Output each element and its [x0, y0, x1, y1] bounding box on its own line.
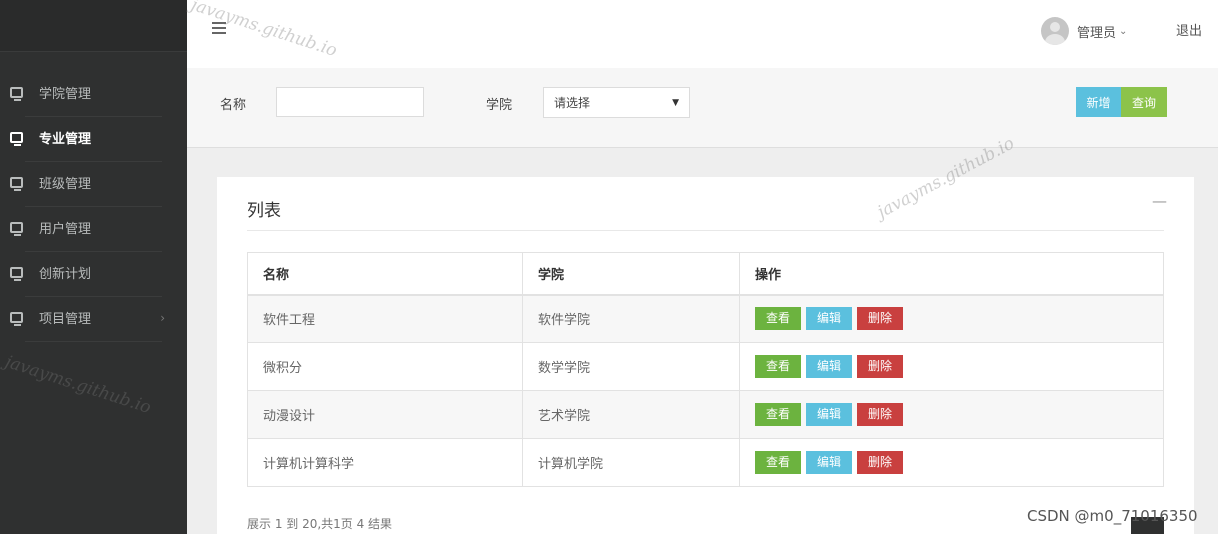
- sidebar-divider: [25, 341, 162, 342]
- cell-actions: 查看 编辑 删除: [739, 438, 1164, 487]
- monitor-icon: [10, 87, 23, 101]
- avatar: [1041, 17, 1069, 45]
- sidebar-item-label: 用户管理: [39, 222, 92, 237]
- table-row: 计算机计算科学 计算机学院 查看 编辑 删除: [247, 438, 1164, 487]
- delete-button[interactable]: 删除: [857, 307, 903, 331]
- chevron-down-icon: ▼: [672, 97, 679, 108]
- cell-actions: 查看 编辑 删除: [739, 390, 1164, 439]
- cell-name: 计算机计算科学: [247, 438, 523, 487]
- chevron-right-icon: ›: [160, 310, 165, 325]
- monitor-icon: [10, 267, 23, 281]
- sidebar-item-label: 专业管理: [39, 132, 92, 147]
- menu-toggle-icon[interactable]: [212, 22, 226, 34]
- sidebar-item-label: 学院管理: [39, 87, 92, 102]
- csdn-credit: CSDN @m0_71016350: [1027, 507, 1198, 525]
- search-panel: 名称 学院 请选择 ▼ 新增 查询: [187, 68, 1218, 148]
- monitor-icon: [10, 312, 23, 326]
- table-row: 微积分 数学学院 查看 编辑 删除: [247, 342, 1164, 391]
- view-button[interactable]: 查看: [755, 307, 801, 331]
- name-input[interactable]: [276, 87, 424, 117]
- view-button[interactable]: 查看: [755, 451, 801, 474]
- query-button[interactable]: 查询: [1121, 87, 1167, 117]
- table-row: 动漫设计 艺术学院 查看 编辑 删除: [247, 390, 1164, 439]
- sidebar-item-label: 项目管理: [39, 312, 92, 327]
- edit-button[interactable]: 编辑: [806, 355, 852, 378]
- top-bar: 管理员 ⌄ 退出: [187, 0, 1218, 68]
- column-header-college: 学院: [522, 252, 740, 296]
- monitor-icon: [10, 132, 23, 146]
- delete-button[interactable]: 删除: [857, 451, 903, 474]
- cell-name: 微积分: [247, 342, 523, 391]
- pagination-info: 展示 1 到 20,共1页 4 结果: [247, 517, 393, 531]
- edit-button[interactable]: 编辑: [806, 451, 852, 474]
- cell-actions: 查看 编辑 删除: [739, 342, 1164, 391]
- add-button[interactable]: 新增: [1076, 87, 1121, 117]
- sidebar-item-user[interactable]: 用户管理: [0, 205, 187, 250]
- monitor-icon: [10, 222, 23, 236]
- cell-name: 软件工程: [247, 294, 523, 343]
- column-header-name: 名称: [247, 252, 523, 296]
- sidebar-item-label: 创新计划: [39, 267, 92, 282]
- cell-college: 艺术学院: [522, 390, 740, 439]
- major-table: 名称 学院 操作 软件工程 软件学院 查看 编辑 删除 微积分 数学学院 查看 编辑删…: [247, 252, 1164, 487]
- card-title: 列表: [247, 201, 281, 221]
- cell-name: 动漫设计: [247, 390, 523, 439]
- user-name: 管理员: [1077, 25, 1117, 41]
- sidebar: 学院管理 专业管理 班级管理 用户管理 创新计划 项目管理 ›: [0, 0, 187, 534]
- divider: [247, 230, 1164, 231]
- delete-button[interactable]: 删除: [857, 355, 903, 378]
- sidebar-item-innovation[interactable]: 创新计划: [0, 250, 187, 295]
- sidebar-item-major[interactable]: 专业管理: [0, 115, 187, 160]
- college-select-value: 请选择: [554, 96, 591, 110]
- sidebar-item-label: 班级管理: [39, 177, 92, 192]
- table-row: 软件工程 软件学院 查看 编辑 删除: [247, 294, 1164, 343]
- sidebar-item-college[interactable]: 学院管理: [0, 70, 187, 115]
- edit-button[interactable]: 编辑: [806, 403, 852, 426]
- college-select[interactable]: 请选择 ▼: [543, 87, 690, 118]
- sidebar-item-project[interactable]: 项目管理 ›: [0, 295, 187, 340]
- view-button[interactable]: 查看: [755, 403, 801, 426]
- monitor-icon: [10, 177, 23, 191]
- cell-college: 计算机学院: [522, 438, 740, 487]
- college-label: 学院: [486, 98, 513, 113]
- cell-actions: 查看 编辑 删除: [739, 294, 1164, 343]
- view-button[interactable]: 查看: [755, 355, 801, 378]
- cell-college: 数学学院: [522, 342, 740, 391]
- delete-button[interactable]: 删除: [857, 403, 903, 426]
- sidebar-brand: [0, 0, 187, 52]
- chevron-down-icon: ⌄: [1119, 25, 1128, 37]
- logout-button[interactable]: 退出: [1176, 20, 1202, 39]
- sidebar-item-class[interactable]: 班级管理: [0, 160, 187, 205]
- name-label: 名称: [220, 98, 247, 113]
- user-menu[interactable]: 管理员 ⌄: [1041, 16, 1127, 46]
- table-header-row: 名称 学院 操作: [247, 252, 1164, 296]
- edit-button[interactable]: 编辑: [806, 307, 852, 331]
- list-card: 列表 — 名称 学院 操作 软件工程 软件学院 查看 编辑 删除 微积分 数学学院: [217, 177, 1194, 534]
- cell-college: 软件学院: [522, 294, 740, 343]
- collapse-icon[interactable]: —: [1152, 192, 1167, 210]
- column-header-actions: 操作: [739, 252, 1164, 296]
